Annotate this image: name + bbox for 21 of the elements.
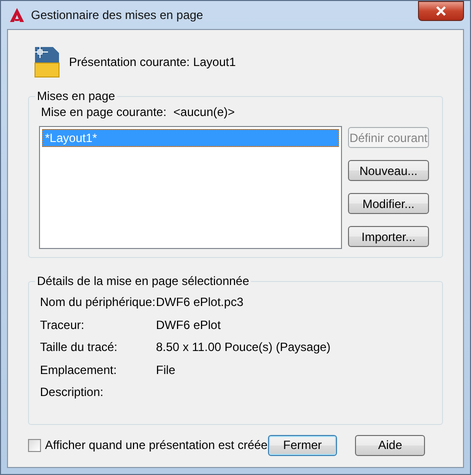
window-title: Gestionnaire des mises en page: [31, 8, 204, 22]
detail-label: Description:: [40, 385, 104, 400]
checkbox-label[interactable]: Afficher quand une présentation est créée: [45, 438, 268, 452]
action-button[interactable]: Importer...: [348, 226, 429, 247]
action-button[interactable]: Nouveau...: [348, 160, 429, 181]
current-layout-text: Présentation courante: Layout1: [69, 55, 236, 69]
detail-label: Emplacement:: [40, 362, 118, 377]
detail-value: 8.50 x 11.00 Pouce(s) (Paysage): [156, 340, 331, 354]
detail-value: DWF6 ePlot.pc3: [156, 295, 244, 310]
dialog-button[interactable]: Aide: [355, 434, 425, 456]
action-button[interactable]: Modifier...: [348, 193, 429, 214]
detail-value: File: [156, 362, 176, 377]
detail-label: Traceur:: [40, 318, 86, 332]
current-setup-value: <aucun(e)>: [173, 105, 235, 119]
group-title: Détails de la mise en page sélectionnée: [36, 274, 250, 288]
detail-label: Nom du périphérique:: [40, 295, 156, 310]
detail-value: DWF6 ePlot: [156, 318, 221, 332]
current-setup-label: Mise en page courante:: [41, 105, 166, 119]
detail-label: Taille du tracé:: [40, 340, 118, 354]
group-title: Mises en page: [36, 89, 116, 103]
dialog-button[interactable]: Fermer: [268, 434, 338, 456]
